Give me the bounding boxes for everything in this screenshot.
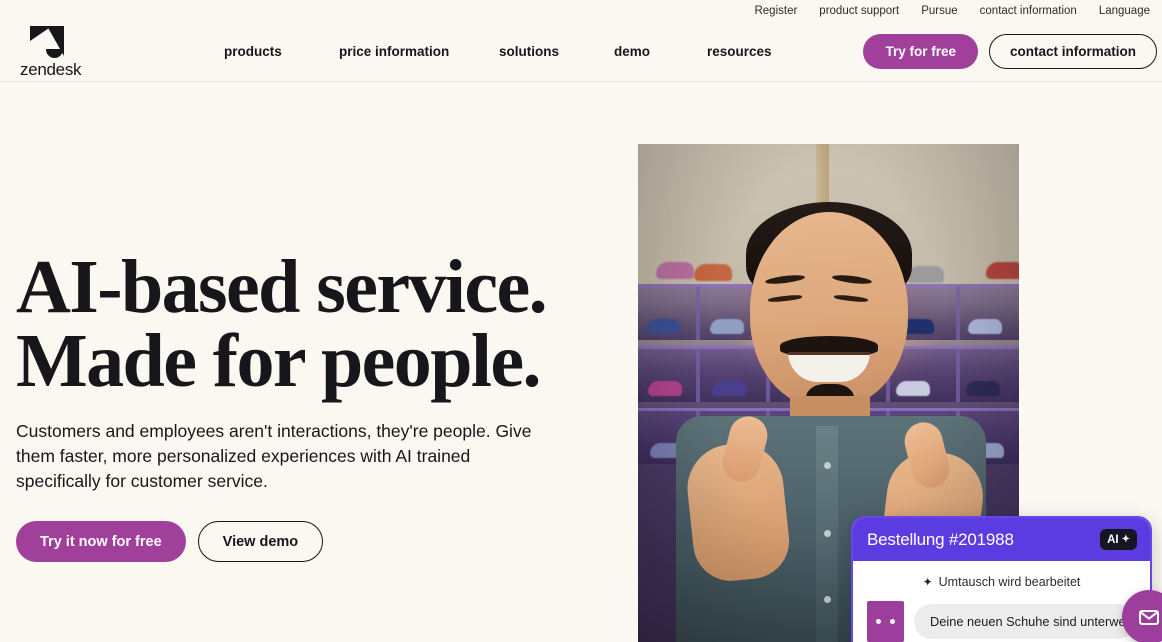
sparkle-icon: ✦ [922, 575, 933, 589]
ai-order-card-header: Bestellung #201988 AI ✦ [853, 518, 1150, 561]
hero-cta-group: Try it now for free View demo [16, 521, 596, 563]
nav-link-price-information[interactable]: price information [339, 44, 499, 59]
nav-link-demo[interactable]: demo [614, 44, 707, 59]
hero-title-line-2: Made for people. [16, 319, 542, 404]
try-it-now-for-free-button[interactable]: Try it now for free [16, 521, 186, 563]
utility-link-register[interactable]: Register [754, 5, 797, 17]
ai-order-card-body: ✦ Umtausch wird bearbeitet Deine neuen S… [853, 561, 1150, 642]
utility-link-language[interactable]: Language [1099, 5, 1150, 17]
hero-section: AI-based service. Made for people. Custo… [0, 82, 1162, 642]
zendesk-logo-icon [30, 25, 64, 58]
utility-link-contact-information[interactable]: contact information [980, 5, 1077, 17]
utility-nav: Register product support Pursue contact … [0, 0, 1162, 22]
hero-subtitle: Customers and employees aren't interacti… [16, 420, 532, 491]
hero-title-line-1: AI-based service. [16, 245, 548, 329]
sparkle-icon: ✦ [1121, 533, 1130, 545]
page-title: AI-based service. Made for people. [16, 249, 596, 399]
message-envelope-icon [1139, 610, 1159, 625]
ai-badge-label: AI [1107, 533, 1119, 546]
nav-link-products[interactable]: products [224, 44, 339, 59]
ai-badge: AI ✦ [1100, 529, 1137, 550]
view-demo-button[interactable]: View demo [197, 521, 324, 563]
nav-links: products price information solutions dem… [224, 44, 807, 59]
ai-order-card: Bestellung #201988 AI ✦ ✦ Umtausch wird … [851, 516, 1152, 642]
utility-link-pursue[interactable]: Pursue [921, 5, 957, 17]
utility-link-product-support[interactable]: product support [819, 5, 899, 17]
order-title: Bestellung #201988 [867, 529, 1014, 549]
logo-wordmark: zendesk [20, 59, 82, 79]
order-status-row: ✦ Umtausch wird bearbeitet [867, 575, 1136, 589]
try-for-free-button[interactable]: Try for free [863, 34, 978, 69]
nav-actions: Try for free contact information [863, 34, 1157, 69]
chat-message-bubble: Deine neuen Schuhe sind unterwegs! [914, 604, 1136, 639]
order-status-text: Umtausch wird bearbeitet [938, 575, 1081, 589]
main-navigation: zendesk products price information solut… [0, 22, 1162, 82]
chat-message-row: Deine neuen Schuhe sind unterwegs! [867, 601, 1136, 642]
nav-link-solutions[interactable]: solutions [499, 44, 614, 59]
bot-avatar-icon [867, 601, 904, 642]
zendesk-logo[interactable]: zendesk [20, 25, 102, 80]
contact-information-button[interactable]: contact information [988, 34, 1157, 69]
nav-link-resources[interactable]: resources [707, 44, 807, 59]
hero-copy: AI-based service. Made for people. Custo… [16, 249, 596, 563]
